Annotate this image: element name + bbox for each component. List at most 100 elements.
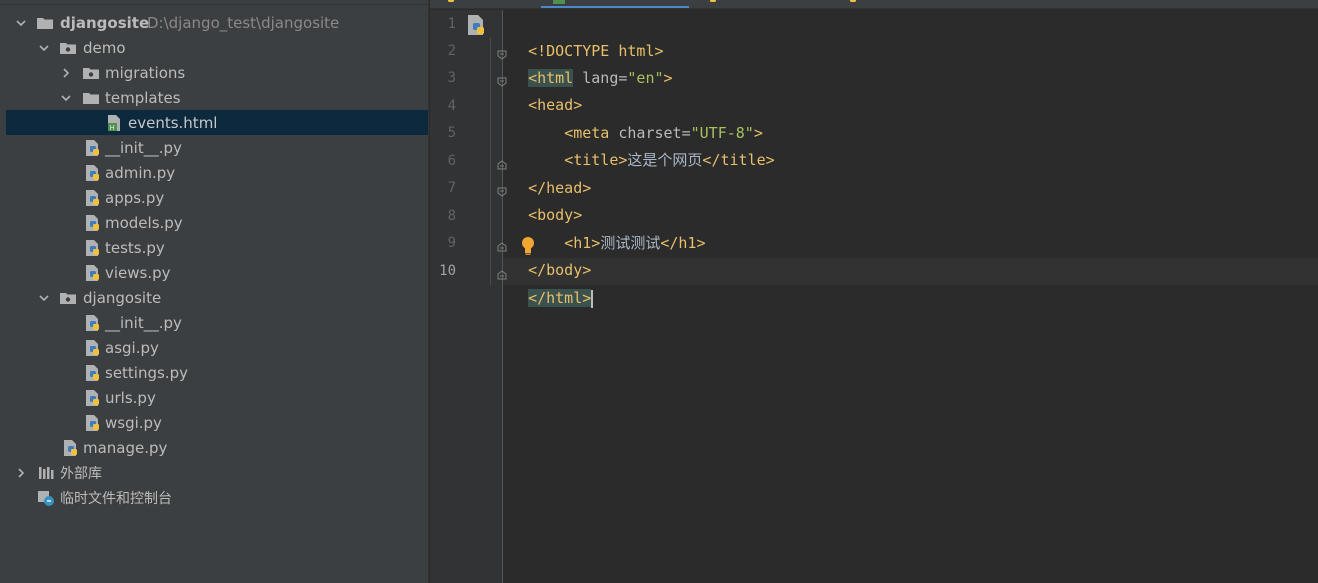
line-number: 8 [447, 208, 456, 224]
python-file-icon [83, 364, 101, 382]
code-token: </title> [702, 151, 775, 169]
tree-item-label: admin.py [105, 163, 176, 182]
fold-open-icon[interactable] [496, 183, 508, 197]
line-number: 2 [447, 43, 456, 59]
python-file-icon [83, 164, 101, 182]
code-line-2[interactable]: <html lang="en"> [510, 38, 673, 87]
tree-row-external-libraries[interactable]: 外部库 [0, 460, 428, 485]
chevron-down-icon[interactable] [37, 291, 51, 305]
tree-row-site-init[interactable]: __init__.py [0, 310, 428, 335]
tree-item-label: wsgi.py [105, 413, 162, 432]
code-line-6[interactable]: </head> [510, 148, 591, 197]
code-line-4[interactable]: <meta charset="UTF-8"> [510, 93, 763, 142]
fold-close-icon[interactable] [496, 238, 508, 252]
line-number-current: 10 [439, 263, 456, 279]
tree-item-label: 外部库 [60, 465, 102, 482]
text-caret [591, 289, 594, 308]
code-token: 测试测试 [600, 234, 661, 252]
tree-item-label: views.py [105, 263, 171, 282]
tree-item-label: events.html [128, 113, 218, 132]
python-file-icon [83, 239, 101, 257]
python-file-icon [83, 139, 101, 157]
python-file-icon [83, 389, 101, 407]
line-number: 5 [447, 125, 456, 141]
code-token: </html> [528, 289, 592, 307]
line-number: 4 [447, 98, 456, 114]
chevron-down-icon[interactable] [59, 91, 73, 105]
library-icon [37, 464, 55, 482]
code-token: 这是个网页 [627, 151, 703, 169]
package-folder-icon [59, 39, 77, 57]
python-file-icon [83, 414, 101, 432]
tree-row-apps[interactable]: apps.py [0, 185, 428, 210]
tree-item-label: __init__.py [105, 138, 182, 157]
tree-item-label: tests.py [105, 238, 165, 257]
code-line-1[interactable]: <!DOCTYPE html> [510, 11, 663, 60]
project-tool-window: djangosite D:\django_test\djangosite dem… [0, 0, 429, 583]
tree-item-label: __init__.py [105, 313, 182, 332]
tree-row-manage[interactable]: manage.py [0, 435, 428, 460]
tree-row-views[interactable]: views.py [0, 260, 428, 285]
fold-close-icon[interactable] [496, 156, 508, 170]
fold-guide [490, 38, 491, 285]
python-file-icon [844, 0, 858, 6]
python-file-icon [442, 0, 456, 6]
chevron-down-icon[interactable] [37, 41, 51, 55]
tree-root-path: D:\django_test\djangosite [147, 13, 340, 32]
tree-item-label: asgi.py [105, 338, 159, 357]
tree-row-models[interactable]: models.py [0, 210, 428, 235]
chevron-right-icon[interactable] [14, 466, 28, 480]
fold-open-icon[interactable] [496, 73, 508, 87]
tree-item-label: demo [83, 38, 126, 57]
python-file-icon [83, 214, 101, 232]
tree-row-admin[interactable]: admin.py [0, 160, 428, 185]
tree-row-demo[interactable]: demo [0, 35, 428, 60]
tree-item-label: templates [105, 88, 181, 107]
html-file-icon: H [105, 114, 123, 132]
folder-icon [82, 89, 100, 107]
line-number: 3 [447, 70, 456, 86]
python-file-icon [465, 14, 487, 36]
code-line-8[interactable]: <h1>测试测试</h1> [510, 203, 705, 252]
fold-close-icon[interactable] [496, 266, 508, 280]
code-line-3[interactable]: <head> [510, 65, 582, 114]
tree-root-label: djangosite [60, 13, 150, 32]
scratches-icon [37, 489, 55, 507]
chevron-right-icon[interactable] [59, 66, 73, 80]
package-folder-icon [82, 64, 100, 82]
tree-row-settings[interactable]: settings.py [0, 360, 428, 385]
tree-item-label: settings.py [105, 363, 188, 382]
active-tab-indicator [541, 6, 689, 8]
tree-row-asgi[interactable]: asgi.py [0, 335, 428, 360]
tree-row-urls[interactable]: urls.py [0, 385, 428, 410]
tree-row-djangosite-package[interactable]: djangosite [0, 285, 428, 310]
code-line-5[interactable]: <title>这是个网页</title> [510, 120, 774, 169]
editor-tab-bar[interactable] [430, 0, 1318, 9]
tree-row-templates[interactable]: templates [0, 85, 428, 110]
python-file-icon [704, 0, 718, 6]
lightbulb-icon[interactable] [520, 236, 536, 256]
package-folder-icon [59, 289, 77, 307]
line-number: 1 [447, 16, 456, 32]
code-token: "en" [627, 69, 664, 87]
tree-row-scratches[interactable]: 临时文件和控制台 [0, 485, 428, 510]
tree-row-demo-init[interactable]: __init__.py [0, 135, 428, 160]
code-line-7[interactable]: <body> [510, 175, 582, 224]
line-number: 7 [447, 180, 456, 196]
tree-row-root[interactable]: djangosite D:\django_test\djangosite [0, 10, 428, 35]
svg-text:H: H [110, 124, 115, 132]
tree-item-label: migrations [105, 63, 186, 82]
chevron-down-icon[interactable] [14, 16, 28, 30]
tree-row-wsgi[interactable]: wsgi.py [0, 410, 428, 435]
current-line-highlight [503, 258, 1318, 285]
line-number: 6 [447, 153, 456, 169]
code-line-10[interactable]: </html> [510, 258, 594, 308]
tree-item-label: urls.py [105, 388, 156, 407]
tree-row-migrations[interactable]: migrations [0, 60, 428, 85]
fold-open-icon[interactable] [496, 46, 508, 60]
python-file-icon [83, 339, 101, 357]
tree-item-label: djangosite [83, 288, 162, 307]
python-file-icon [83, 314, 101, 332]
tree-row-tests[interactable]: tests.py [0, 235, 428, 260]
tree-row-events-html[interactable]: H events.html [6, 110, 428, 135]
